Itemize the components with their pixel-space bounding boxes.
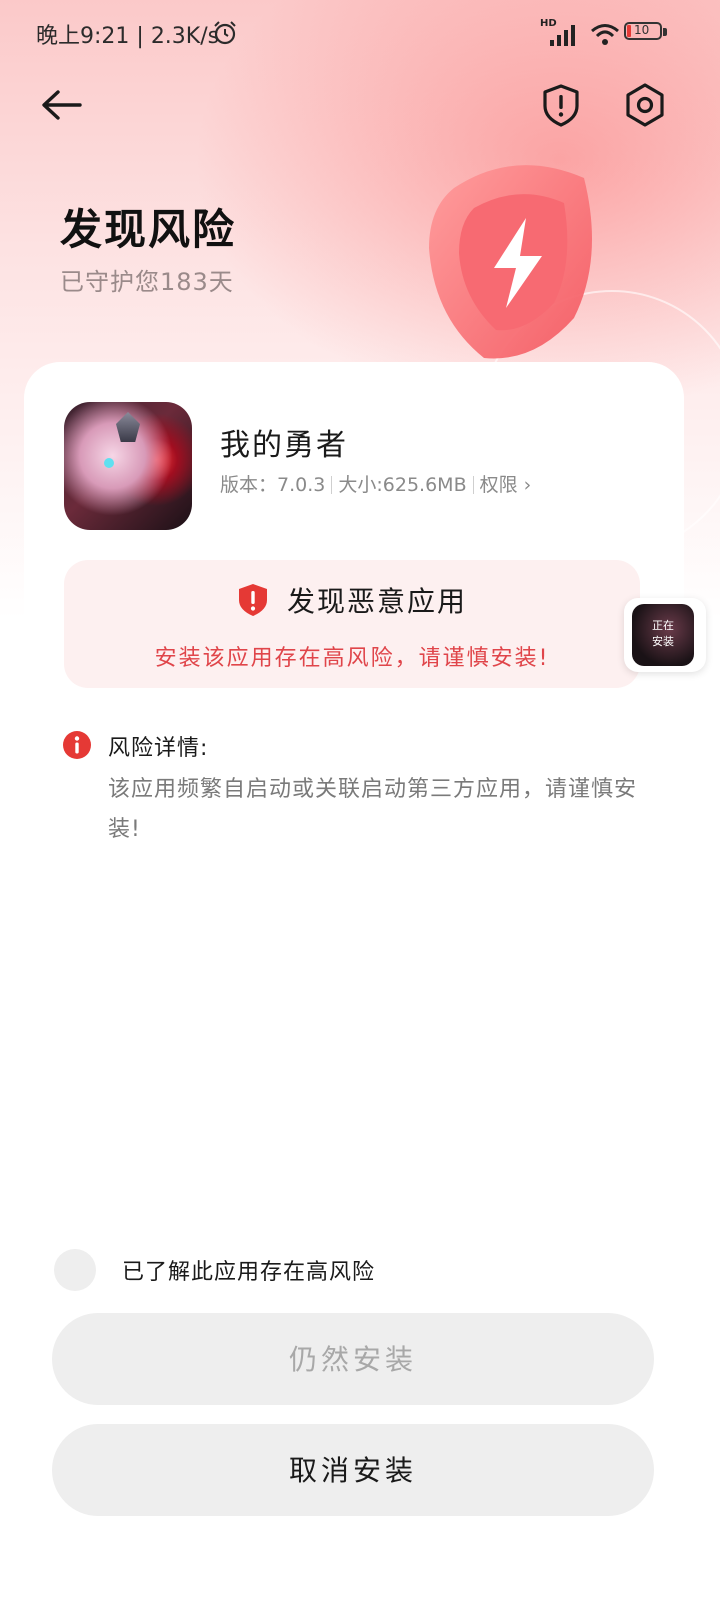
acknowledge-label[interactable]: 已了解此应用存在高风险 bbox=[122, 1254, 375, 1286]
gear-icon[interactable] bbox=[620, 80, 670, 130]
installing-floating-window[interactable]: 正在 安装 bbox=[624, 598, 706, 672]
cancel-install-button[interactable]: 取消安装 bbox=[52, 1424, 654, 1516]
version-value: 7.0.3 bbox=[277, 474, 326, 496]
permissions-label: 权限 bbox=[479, 474, 518, 496]
warning-message: 安装该应用存在高风险，请谨慎安装! bbox=[154, 646, 550, 671]
battery-cap bbox=[663, 28, 667, 36]
app-icon-eye bbox=[104, 458, 114, 468]
permissions-link[interactable]: 权限 › bbox=[480, 474, 532, 496]
shield-alert-icon[interactable] bbox=[536, 80, 586, 130]
battery-fill bbox=[627, 25, 631, 37]
back-arrow-icon[interactable] bbox=[36, 80, 86, 130]
size-label: 大小: bbox=[338, 474, 383, 496]
shield-alert-icon bbox=[238, 584, 267, 616]
page-title: 发现风险 bbox=[60, 205, 237, 254]
install-anyway-button[interactable]: 仍然安装 bbox=[52, 1313, 654, 1405]
status-time: 晚上9:21 | 2.3K/s bbox=[36, 18, 219, 50]
acknowledge-checkbox[interactable] bbox=[54, 1249, 96, 1291]
floating-window-line1: 正在 bbox=[652, 619, 674, 632]
floating-window-line2: 安装 bbox=[652, 635, 674, 648]
malware-warning-box: 发现恶意应用 安装该应用存在高风险，请谨慎安装! bbox=[64, 560, 640, 688]
app-icon-crest bbox=[116, 412, 140, 442]
meta-divider bbox=[331, 476, 333, 494]
warning-heading: 发现恶意应用 bbox=[64, 580, 640, 620]
meta-divider bbox=[472, 476, 474, 494]
app-meta: 版本：7.0.3 大小:625.6MB 权限 › bbox=[220, 470, 531, 497]
version-label: 版本： bbox=[220, 474, 278, 496]
clock: 晚上9:21 bbox=[36, 24, 130, 49]
status-divider: | bbox=[136, 24, 151, 49]
wifi-icon bbox=[591, 24, 619, 45]
size-value: 625.6MB bbox=[382, 474, 467, 496]
battery-level: 10 bbox=[634, 23, 650, 37]
status-bar: 晚上9:21 | 2.3K/s HD 10 bbox=[0, 0, 720, 68]
app-name: 我的勇者 bbox=[220, 428, 348, 463]
net-speed: 2.3K/s bbox=[150, 24, 220, 49]
signal-icon bbox=[550, 25, 575, 46]
floating-window-thumb: 正在 安装 bbox=[632, 604, 694, 666]
risk-detail-label: 风险详情: bbox=[108, 736, 209, 761]
battery-icon: 10 bbox=[624, 20, 670, 44]
info-icon bbox=[63, 731, 91, 759]
risk-detail-text: 该应用频繁自启动或关联启动第三方应用，请谨慎安装! bbox=[108, 777, 638, 842]
warning-title: 发现恶意应用 bbox=[286, 585, 467, 618]
lightning-shield-icon bbox=[429, 165, 592, 359]
protection-days: 已守护您183天 bbox=[60, 268, 234, 296]
app-icon bbox=[64, 402, 192, 530]
alarm-icon bbox=[214, 21, 236, 45]
chevron-right-icon: › bbox=[523, 474, 532, 496]
